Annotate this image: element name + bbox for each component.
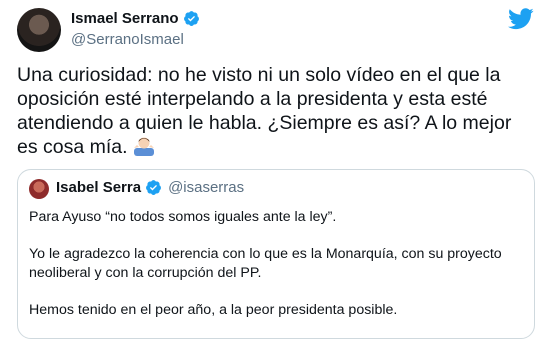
quoted-author-handle: @isaserras <box>168 179 245 196</box>
verified-badge-icon <box>183 11 199 26</box>
author-handle[interactable]: @SerranoIsmael <box>71 31 184 48</box>
quoted-author-avatar <box>29 179 49 199</box>
quoted-tweet-text: Para Ayuso “no todos somos iguales ante … <box>29 208 519 320</box>
quoted-line: Yo le agradezco la coherencia con lo que… <box>29 246 502 282</box>
tweet-body: Una curiosidad: no he visto ni un solo v… <box>17 64 512 158</box>
quoted-tweet-card[interactable]: Isabel Serra @isaserras Para Ayuso “no t… <box>17 169 535 339</box>
quoted-line: Hemos tenido en el peor año, a la peor p… <box>29 302 398 319</box>
twitter-bird-icon[interactable] <box>508 8 534 30</box>
quoted-line: Para Ayuso “no todos somos iguales ante … <box>29 209 337 225</box>
author-avatar[interactable] <box>17 8 61 52</box>
tweet-text: Una curiosidad: no he visto ni un solo v… <box>17 63 537 159</box>
author-name[interactable]: Ismael Serrano <box>71 10 179 27</box>
quoted-author-row: Isabel Serra @isaserras <box>56 179 244 196</box>
man-shrugging-icon <box>133 137 154 156</box>
quoted-author-name: Isabel Serra <box>56 179 142 196</box>
author-name-row: Ismael Serrano <box>71 10 200 27</box>
verified-badge-icon <box>146 180 161 195</box>
